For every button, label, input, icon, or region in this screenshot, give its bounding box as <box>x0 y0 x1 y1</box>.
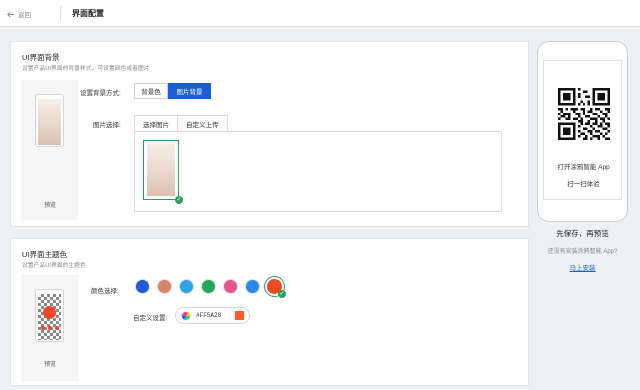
top-bar: 返回 界面配置 <box>0 0 640 27</box>
preview-label: 预览 <box>43 362 56 368</box>
divider <box>60 6 61 21</box>
image-tab-body: ✓ <box>134 131 502 212</box>
theme-color-circle <box>43 306 56 319</box>
custom-label: 自定义设置: <box>133 315 168 322</box>
color-swatch[interactable] <box>157 279 172 294</box>
check-icon: ✓ <box>175 196 183 204</box>
color-swatch[interactable] <box>201 279 216 294</box>
theme-dot <box>41 326 45 330</box>
theme-dot <box>55 326 59 330</box>
color-swatch-selected[interactable]: ✓ <box>264 276 286 298</box>
image-thumbnail[interactable] <box>143 140 179 200</box>
phone-preview <box>35 94 64 147</box>
save-preview-text: 先保存，再预览 <box>556 229 609 238</box>
phone-mockup: 打开涂鸦智能 App 扫一扫体验 <box>537 41 628 222</box>
qr-code <box>558 88 610 140</box>
mode-color-button[interactable]: 背景色 <box>134 83 168 99</box>
scan-subtext: 扫一扫体验 <box>567 181 600 188</box>
mode-label: 设置背景方式: <box>80 90 121 97</box>
tab-custom-upload[interactable]: 自定义上传 <box>177 115 228 132</box>
theme-section-subtitle: 设置产品UI界面的主题色 <box>22 263 86 269</box>
theme-dot <box>48 326 52 330</box>
background-section-title: UI界面背景 <box>22 53 60 62</box>
custom-color-field[interactable]: #FF5A28 <box>175 307 250 324</box>
color-swatch[interactable] <box>245 279 260 294</box>
no-app-text: 还没有安装涂鸦智能 App? <box>547 249 618 255</box>
color-swatch[interactable] <box>135 279 150 294</box>
page-title: 界面配置 <box>72 9 104 18</box>
background-panel: UI界面背景 设置产品UI界面的背景样式，可设置颜色或者图片 预览 设置背景方式… <box>10 41 529 227</box>
theme-section-title: UI界面主题色 <box>22 250 67 259</box>
background-mode-toggle: 背景色 图片背景 <box>134 83 211 99</box>
back-label: 返回 <box>18 12 31 19</box>
scan-instruction: 打开涂鸦智能 App <box>557 164 610 171</box>
background-section-subtitle: 设置产品UI界面的背景样式，可设置颜色或者图片 <box>22 66 150 72</box>
background-preview: 预览 <box>21 80 79 220</box>
image-tabs: 选择图片 自定义上传 <box>134 115 228 132</box>
back-button[interactable]: 返回 <box>7 9 31 19</box>
theme-panel: UI界面主题色 设置产品UI界面的主题色 预览 颜色选择: ✓ 自定义设置: #… <box>10 238 529 386</box>
background-image-preview <box>38 99 61 145</box>
tab-select-image[interactable]: 选择图片 <box>134 115 178 132</box>
install-link[interactable]: 马上安装 <box>537 262 628 272</box>
check-icon: ✓ <box>278 290 286 298</box>
phone-screen: 打开涂鸦智能 App 扫一扫体验 <box>543 60 622 200</box>
thumbnail-image <box>147 144 175 196</box>
color-swatch[interactable] <box>223 279 238 294</box>
custom-color-preview <box>235 311 244 320</box>
theme-preview: 预览 <box>21 275 79 381</box>
preview-label: 预览 <box>43 203 56 209</box>
mode-image-button[interactable]: 图片背景 <box>168 83 211 99</box>
color-swatch[interactable] <box>179 279 194 294</box>
color-label: 颜色选择: <box>91 288 119 295</box>
back-arrow-icon <box>7 11 15 17</box>
color-wheel-icon[interactable] <box>181 310 191 321</box>
phone-preview <box>35 289 64 342</box>
image-label: 图片选择: <box>93 122 121 129</box>
custom-hex-value[interactable]: #FF5A28 <box>196 312 230 319</box>
